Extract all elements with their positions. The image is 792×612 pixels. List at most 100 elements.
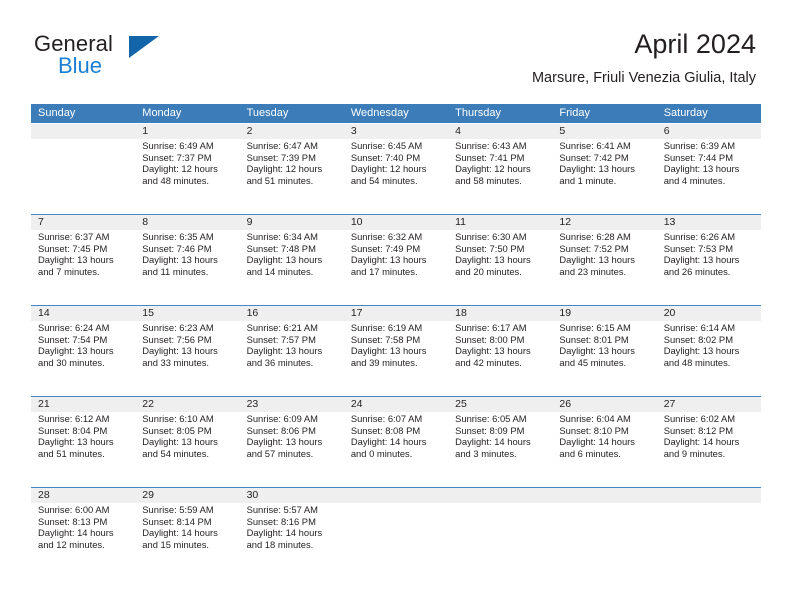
day-number[interactable]: 10	[344, 215, 448, 230]
daylight-text-line1: Daylight: 13 hours	[350, 345, 427, 357]
sunrise-text: Sunrise: 6:41 AM	[559, 140, 631, 151]
sunrise-text: Sunrise: 6:05 AM	[455, 413, 527, 424]
page-header: General Blue April 2024 Marsure, Friuli …	[0, 0, 792, 100]
daylight-text-line2: and 0 minutes.	[350, 447, 413, 459]
day-cell: Sunrise: 6:00 AM Sunset: 8:13 PM Dayligh…	[31, 503, 135, 577]
day-number[interactable]: 6	[657, 124, 761, 139]
day-number[interactable]: 16	[240, 306, 344, 321]
sunset-text: Sunset: 8:09 PM	[455, 424, 525, 436]
day-number[interactable]: 2	[240, 124, 344, 139]
sunrise-text: Sunrise: 6:37 AM	[38, 231, 110, 242]
daylight-text-line2: and 4 minutes.	[663, 174, 726, 186]
sunset-text: Sunset: 7:40 PM	[350, 151, 421, 163]
daylight-text-line2: and 12 minutes.	[38, 538, 105, 550]
day-number	[31, 124, 136, 139]
day-number[interactable]: 29	[135, 488, 239, 503]
day-cell	[31, 139, 135, 213]
week-content-band: Sunrise: 6:12 AM Sunset: 8:04 PM Dayligh…	[31, 412, 761, 486]
day-number[interactable]: 19	[552, 306, 656, 321]
weekday-header-thursday: Thursday	[455, 107, 501, 119]
sunrise-text: Sunrise: 6:17 AM	[455, 322, 527, 333]
daylight-text-line2: and 36 minutes.	[246, 356, 314, 368]
day-number[interactable]: 3	[344, 124, 448, 139]
day-number[interactable]: 7	[31, 215, 135, 230]
sunset-text: Sunset: 7:50 PM	[455, 242, 525, 254]
day-number[interactable]: 25	[448, 397, 552, 412]
day-cell: Sunrise: 6:15 AM Sunset: 8:01 PM Dayligh…	[552, 321, 656, 395]
sunrise-text: Sunrise: 6:39 AM	[663, 140, 736, 151]
sunset-text: Sunset: 7:45 PM	[38, 242, 108, 254]
sunrise-text: Sunrise: 6:02 AM	[663, 413, 736, 424]
day-number[interactable]: 17	[344, 306, 448, 321]
daylight-text-line2: and 51 minutes.	[246, 174, 314, 186]
daylight-text-line2: and 48 minutes.	[142, 174, 209, 186]
daylight-text-line2: and 48 minutes.	[663, 356, 731, 368]
day-number[interactable]: 14	[31, 306, 135, 321]
daylight-text-line1: Daylight: 13 hours	[455, 345, 531, 357]
day-number[interactable]: 26	[552, 397, 656, 412]
day-number[interactable]: 15	[135, 306, 239, 321]
sunrise-text: Sunrise: 6:45 AM	[350, 140, 423, 151]
day-cell: Sunrise: 6:24 AM Sunset: 7:54 PM Dayligh…	[31, 321, 135, 395]
day-number[interactable]: 23	[240, 397, 344, 412]
day-cell: Sunrise: 6:34 AM Sunset: 7:48 PM Dayligh…	[240, 230, 344, 304]
day-number[interactable]: 24	[344, 397, 448, 412]
daylight-text-line2: and 20 minutes.	[455, 265, 522, 277]
sunset-text: Sunset: 8:05 PM	[142, 424, 212, 436]
daylight-text-line2: and 30 minutes.	[38, 356, 105, 368]
daylight-text-line2: and 7 minutes.	[38, 265, 100, 277]
daylight-text-line1: Daylight: 13 hours	[246, 254, 323, 266]
day-number[interactable]: 11	[448, 215, 552, 230]
day-number[interactable]: 13	[657, 215, 761, 230]
week-content-band: Sunrise: 6:49 AM Sunset: 7:37 PM Dayligh…	[31, 139, 761, 213]
weekday-header-sunday: Sunday	[38, 107, 76, 119]
day-number[interactable]: 30	[240, 488, 344, 503]
sunset-text: Sunset: 7:42 PM	[559, 151, 629, 163]
sunrise-text: Sunrise: 6:34 AM	[246, 231, 318, 242]
day-number	[656, 488, 761, 503]
sunrise-text: Sunrise: 6:00 AM	[38, 504, 110, 515]
daylight-text-line2: and 1 minute.	[559, 174, 617, 186]
day-number[interactable]: 4	[448, 124, 552, 139]
day-number[interactable]: 12	[552, 215, 656, 230]
day-number[interactable]: 22	[135, 397, 239, 412]
daylight-text-line1: Daylight: 13 hours	[142, 436, 218, 448]
weekday-header-tuesday: Tuesday	[246, 107, 289, 119]
daylight-text-line1: Daylight: 13 hours	[246, 345, 323, 357]
weekday-header-row: Sunday Monday Tuesday Wednesday Thursday…	[31, 104, 761, 123]
sunrise-text: Sunrise: 6:23 AM	[142, 322, 214, 333]
day-cell: Sunrise: 6:26 AM Sunset: 7:53 PM Dayligh…	[657, 230, 761, 304]
day-cell: Sunrise: 5:57 AM Sunset: 8:16 PM Dayligh…	[240, 503, 344, 577]
weekday-header-wednesday: Wednesday	[350, 107, 409, 119]
day-cell	[552, 503, 656, 577]
day-number[interactable]: 21	[31, 397, 135, 412]
day-number[interactable]: 1	[135, 124, 239, 139]
day-number[interactable]: 18	[448, 306, 552, 321]
sunset-text: Sunset: 7:37 PM	[142, 151, 212, 163]
daylight-text-line1: Daylight: 13 hours	[38, 254, 114, 266]
day-number[interactable]: 20	[657, 306, 761, 321]
day-cell: Sunrise: 6:47 AM Sunset: 7:39 PM Dayligh…	[240, 139, 344, 213]
day-number[interactable]: 5	[552, 124, 656, 139]
daylight-text-line1: Daylight: 14 hours	[663, 436, 740, 448]
day-cell: Sunrise: 6:12 AM Sunset: 8:04 PM Dayligh…	[31, 412, 135, 486]
daylight-text-line2: and 15 minutes.	[142, 538, 209, 550]
weekday-header-saturday: Saturday	[663, 107, 708, 119]
daylight-text-line1: Daylight: 14 hours	[246, 527, 323, 539]
calendar-grid: Sunday Monday Tuesday Wednesday Thursday…	[31, 104, 761, 578]
day-number[interactable]: 8	[135, 215, 239, 230]
day-cell: Sunrise: 5:59 AM Sunset: 8:14 PM Dayligh…	[135, 503, 239, 577]
day-number[interactable]: 9	[240, 215, 344, 230]
daylight-text-line2: and 39 minutes.	[350, 356, 418, 368]
day-number[interactable]: 28	[31, 488, 135, 503]
daylight-text-line2: and 45 minutes.	[559, 356, 627, 368]
week-date-band: 28 29 30	[31, 488, 761, 503]
daylight-text-line1: Daylight: 13 hours	[38, 436, 114, 448]
day-number[interactable]: 27	[657, 397, 761, 412]
day-cell: Sunrise: 6:49 AM Sunset: 7:37 PM Dayligh…	[135, 139, 239, 213]
title-block: April 2024 Marsure, Friuli Venezia Giuli…	[532, 28, 756, 87]
sunrise-text: Sunrise: 6:10 AM	[142, 413, 214, 424]
sunset-text: Sunset: 7:53 PM	[663, 242, 733, 254]
week-content-band: Sunrise: 6:37 AM Sunset: 7:45 PM Dayligh…	[31, 230, 761, 304]
sunset-text: Sunset: 7:39 PM	[246, 151, 316, 163]
